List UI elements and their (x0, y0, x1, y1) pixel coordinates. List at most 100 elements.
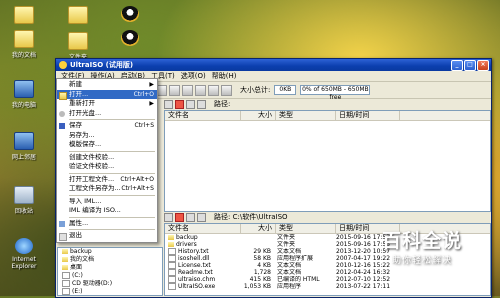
row-date: 2013-07-22 17:11 (336, 283, 391, 290)
menu-item-save-project-as[interactable]: 工程文件另存为... Ctrl+Alt+S (57, 184, 157, 194)
menu-item-save-template[interactable]: 模版保存... (57, 140, 157, 150)
desktop-icon-ie[interactable]: Internet Explorer (6, 238, 42, 270)
submenu-arrow-icon: ▶ (149, 81, 154, 88)
delete-icon[interactable] (175, 99, 184, 109)
col-size[interactable]: 大小 (241, 111, 276, 120)
desktop-icon-qq-1[interactable] (112, 6, 148, 24)
tree-item[interactable]: backup (58, 248, 162, 256)
tree-item-label: backup (70, 248, 92, 255)
text-file-icon (168, 269, 176, 276)
menu-item-shortcut: Ctrl+Alt+S (121, 185, 154, 192)
menu-item-label: 新建 (69, 80, 82, 88)
menu-item-save-as[interactable]: 另存为... (57, 131, 157, 141)
col-filename[interactable]: 文件名 (165, 224, 241, 233)
menu-item-label: 退出 (69, 231, 82, 239)
folder-tree[interactable]: backup 我的文档 桌面 (C:) CD 驱动器(D:) (E:) (57, 247, 163, 296)
menu-item-label: 导入 IML... (69, 196, 102, 205)
desktop-icon-my-computer[interactable]: 我的电脑 (6, 80, 42, 109)
desktop-icon-qq-2[interactable] (112, 30, 148, 48)
menu-item-label: 验证文件校验... (69, 162, 115, 170)
tree-item[interactable]: (C:) (58, 272, 162, 280)
menu-item-label: 工程文件另存为... (69, 184, 121, 192)
properties-icon (59, 220, 65, 227)
menu-item-open-project[interactable]: 打开工程文件... Ctrl+Alt+O (57, 175, 157, 185)
computer-icon (14, 80, 34, 98)
menu-options[interactable]: 选项(O) (178, 71, 209, 81)
menu-item-iml-to-iso[interactable]: IML 编译为 ISO... (57, 206, 157, 216)
title-bar[interactable]: UltraISO (试用版) _ □ × (56, 59, 491, 71)
menu-item-label: 重新打开 (69, 99, 95, 107)
new-folder-icon[interactable] (186, 99, 195, 109)
menu-help[interactable]: 帮助(H) (209, 71, 240, 81)
burn-icon[interactable] (208, 84, 219, 96)
app-icon (59, 61, 67, 69)
tree-item[interactable]: CD 驱动器(D:) (58, 280, 162, 288)
folder-icon (62, 265, 68, 270)
menu-item-label: 属性... (69, 218, 89, 227)
menu-item-label: 打开工程文件... (69, 174, 115, 183)
menu-item-create-checksum[interactable]: 创建文件校验... (57, 153, 157, 163)
menu-item-properties[interactable]: 属性... (57, 219, 157, 229)
table-row[interactable]: Readme.txt 1,728 文本文档 2012-04-24 16:32 (165, 269, 490, 276)
open-icon[interactable] (169, 84, 180, 96)
row-size: 1,053 KB (243, 283, 271, 290)
capacity-bar[interactable]: 0% of 650MB - 650MB free (300, 85, 371, 101)
up-folder-icon[interactable] (164, 99, 173, 109)
cd-icon[interactable] (195, 84, 206, 96)
up-folder-icon[interactable] (164, 212, 173, 222)
desktop-icon-network[interactable]: 网上邻居 (6, 132, 42, 161)
menu-item-label: 保存 (69, 121, 82, 129)
tree-item[interactable]: (E:) (58, 288, 162, 296)
row-type: 应用程序 (277, 283, 302, 290)
menu-item-save[interactable]: 保存 Ctrl+S (57, 121, 157, 131)
folder-icon (68, 32, 88, 50)
desktop-icon-recycle-bin[interactable]: 回收站 (6, 186, 42, 215)
tree-item[interactable]: 我的文档 (58, 256, 162, 264)
new-folder-icon[interactable] (186, 212, 195, 222)
row-type: 文件夹 (277, 241, 296, 248)
drive-icon (62, 272, 70, 279)
row-type: 文本文档 (277, 262, 302, 269)
size-total-label: 大小总计: (240, 86, 271, 94)
save-icon (59, 123, 65, 129)
col-type[interactable]: 类型 (276, 111, 336, 120)
desktop-icon-my-documents[interactable]: 我的文档 (6, 30, 42, 59)
minimize-button[interactable]: _ (451, 59, 463, 71)
menu-item-import-iml[interactable]: 导入 IML... (57, 197, 157, 207)
menu-item-new[interactable]: 新建 ▶ (57, 80, 157, 90)
properties-icon[interactable] (197, 99, 206, 109)
col-date[interactable]: 日期/时间 (336, 111, 400, 120)
menu-item-open-disc[interactable]: 打开光盘... (57, 109, 157, 119)
save-icon[interactable] (182, 84, 193, 96)
row-size (240, 241, 274, 248)
submenu-arrow-icon: ▶ (149, 100, 154, 107)
row-name: ultraiso.chm (178, 276, 216, 283)
delete-icon[interactable] (175, 212, 184, 222)
desktop-icon-folder-3[interactable]: 文件夹 (60, 32, 96, 61)
menu-item-label: 创建文件校验... (69, 152, 115, 161)
menu-item-reopen[interactable]: 重新打开 ▶ (57, 99, 157, 109)
exe-file-icon (168, 283, 176, 290)
dll-file-icon (168, 255, 176, 262)
menu-item-label: 打开... (69, 89, 89, 98)
col-size[interactable]: 大小 (241, 224, 276, 233)
table-row[interactable]: ultraiso.chm 415 KB 已编译的 HTML 2012-07-10… (165, 276, 490, 283)
desktop-icon-folder[interactable] (6, 6, 42, 26)
close-button[interactable]: × (477, 59, 489, 71)
col-filename[interactable]: 文件名 (165, 111, 241, 120)
col-type[interactable]: 类型 (276, 224, 336, 233)
folder-icon (62, 249, 68, 254)
iso-content-pane[interactable]: 文件名 大小 类型 日期/时间 (164, 110, 491, 212)
menu-item-open[interactable]: 打开... Ctrl+O (57, 89, 157, 100)
desktop-icon-folder-2[interactable] (60, 6, 96, 26)
add-icon[interactable] (197, 212, 206, 222)
network-icon (14, 132, 34, 150)
menu-item-verify-checksum[interactable]: 验证文件校验... (57, 162, 157, 172)
tree-item[interactable]: 桌面 (58, 264, 162, 272)
menu-item-exit[interactable]: 退出 (57, 231, 157, 241)
maximize-button[interactable]: □ (464, 59, 476, 71)
menu-item-label: 打开光盘... (69, 108, 102, 117)
tree-item-label: 桌面 (70, 264, 83, 271)
table-row[interactable]: UltraISO.exe 1,053 KB 应用程序 2013-07-22 17… (165, 283, 490, 290)
help-icon[interactable] (221, 84, 232, 96)
